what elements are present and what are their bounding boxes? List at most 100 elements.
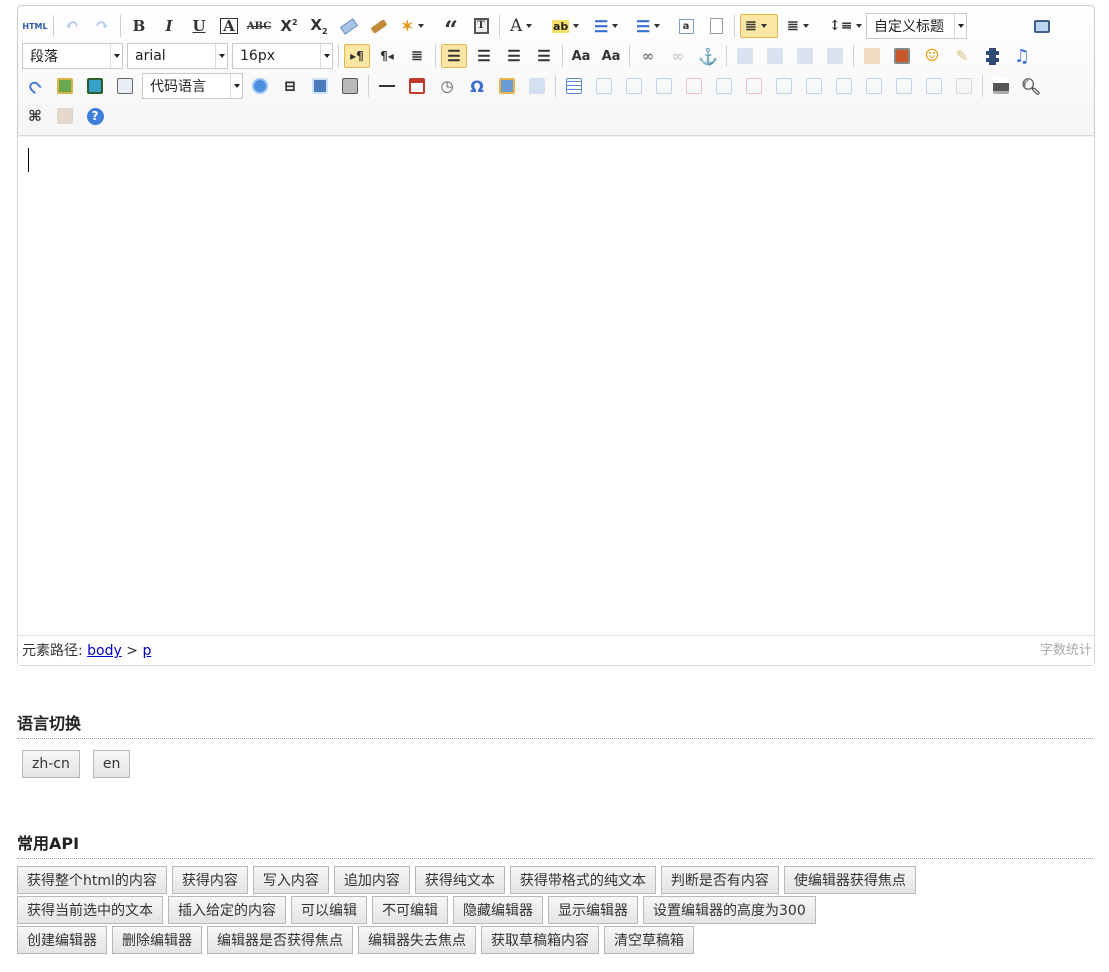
link-button[interactable]: ∞: [635, 44, 661, 68]
indent-button[interactable]: ≣: [404, 44, 430, 68]
image-right-button[interactable]: [792, 44, 818, 68]
charts-button[interactable]: [951, 74, 977, 98]
italic-button[interactable]: I: [156, 14, 182, 38]
music-button[interactable]: ♫: [1009, 44, 1035, 68]
google-map-button[interactable]: [82, 74, 108, 98]
align-center-button[interactable]: ☰: [471, 44, 497, 68]
strikethrough-button[interactable]: ABC: [246, 14, 272, 38]
custom-heading-select[interactable]: 自定义标题: [866, 13, 967, 39]
justify-button[interactable]: ☰: [531, 44, 557, 68]
time-button[interactable]: ◷: [434, 74, 460, 98]
search-replace-button[interactable]: ⌘: [22, 104, 48, 128]
api-button-row2-4[interactable]: 隐藏编辑器: [453, 896, 543, 924]
word-image-button[interactable]: [524, 74, 550, 98]
font-border-button[interactable]: A: [216, 14, 242, 38]
attachment-button[interactable]: ⊂: [22, 74, 48, 98]
insert-video-button[interactable]: [979, 44, 1005, 68]
clear-doc-button[interactable]: [703, 14, 729, 38]
rtl-direction-button[interactable]: ¶◂: [374, 44, 400, 68]
api-button-row1-3[interactable]: 追加内容: [333, 866, 410, 894]
row-spacing-top-button[interactable]: ≣: [740, 14, 778, 38]
font-color-button[interactable]: A: [505, 14, 543, 38]
api-button-row3-3[interactable]: 编辑器失去焦点: [358, 926, 476, 954]
line-height-button[interactable]: ↕≡: [824, 14, 862, 38]
help-button[interactable]: ?: [82, 104, 108, 128]
undo-button[interactable]: ↶: [59, 14, 85, 38]
delete-col-button[interactable]: [741, 74, 767, 98]
merge-right-button[interactable]: [801, 74, 827, 98]
api-button-row3-1[interactable]: 删除编辑器: [112, 926, 202, 954]
api-button-row2-2[interactable]: 可以编辑: [291, 896, 367, 924]
simple-upload-button[interactable]: [859, 44, 885, 68]
api-button-row1-1[interactable]: 获得内容: [171, 866, 248, 894]
editor-content-area[interactable]: [18, 137, 1094, 636]
delete-row-button[interactable]: [681, 74, 707, 98]
split-to-cells-button[interactable]: [861, 74, 887, 98]
select-all-button[interactable]: a: [673, 14, 699, 38]
api-button-row3-0[interactable]: 创建编辑器: [17, 926, 107, 954]
scrawl-button[interactable]: ✎: [949, 44, 975, 68]
page-break-button[interactable]: ⊟: [277, 74, 303, 98]
ordered-list-button[interactable]: ☰: [589, 14, 627, 38]
html-source-button[interactable]: HTML: [22, 14, 48, 38]
insert-paragraph-before-table-button[interactable]: [621, 74, 647, 98]
paragraph-select[interactable]: 段落: [22, 43, 123, 69]
api-button-row2-3[interactable]: 不可编辑: [372, 896, 448, 924]
image-center-button[interactable]: [822, 44, 848, 68]
background-button[interactable]: [337, 74, 363, 98]
map-button[interactable]: [52, 74, 78, 98]
drafts-button[interactable]: [52, 104, 78, 128]
code-language-select[interactable]: 代码语言: [142, 73, 243, 99]
format-painter-button[interactable]: [366, 14, 392, 38]
anchor-button[interactable]: ⚓: [695, 44, 721, 68]
split-to-cols-button[interactable]: [921, 74, 947, 98]
fullscreen-button[interactable]: [1029, 14, 1055, 38]
api-button-row1-6[interactable]: 判断是否有内容: [660, 866, 779, 894]
bold-button[interactable]: B: [126, 14, 152, 38]
blockquote-button[interactable]: “: [438, 14, 464, 42]
api-button-row1-2[interactable]: 写入内容: [252, 866, 329, 894]
background-color-button[interactable]: ab: [547, 14, 585, 38]
redo-button[interactable]: ↷: [89, 14, 115, 38]
uppercase-button[interactable]: Aa: [568, 44, 594, 68]
emotion-button[interactable]: ☺: [919, 44, 945, 68]
row-spacing-bottom-button[interactable]: ≣: [782, 14, 820, 38]
special-chars-button[interactable]: Ω: [464, 74, 490, 98]
api-button-row2-0[interactable]: 获得当前选中的文本: [17, 896, 163, 924]
auto-typeset-button[interactable]: ✶: [396, 14, 434, 38]
insert-row-button[interactable]: [651, 74, 677, 98]
date-button[interactable]: [404, 74, 430, 98]
print-button[interactable]: [988, 74, 1014, 98]
api-button-row3-4[interactable]: 获取草稿箱内容: [481, 926, 599, 954]
insert-table-button[interactable]: [561, 74, 587, 98]
underline-button[interactable]: U: [186, 14, 212, 38]
superscript-button[interactable]: X2: [276, 14, 302, 38]
unlink-button[interactable]: ∞: [665, 44, 691, 68]
api-button-row1-7[interactable]: 使编辑器获得焦点: [783, 866, 916, 894]
horizontal-rule-button[interactable]: [374, 74, 400, 98]
insert-frame-button[interactable]: [112, 74, 138, 98]
insert-col-button[interactable]: [711, 74, 737, 98]
api-button-row2-5[interactable]: 显示编辑器: [548, 896, 638, 924]
api-button-row3-2[interactable]: 编辑器是否获得焦点: [207, 926, 353, 954]
api-button-row3-5[interactable]: 清空草稿箱: [604, 926, 694, 954]
api-button-row1-5[interactable]: 获得带格式的纯文本: [509, 866, 656, 894]
subscript-button[interactable]: X2: [306, 14, 332, 38]
font-size-select[interactable]: 16px: [232, 43, 333, 69]
template-button[interactable]: [307, 74, 333, 98]
merge-cells-button[interactable]: [771, 74, 797, 98]
api-button-row1-4[interactable]: 获得纯文本: [414, 866, 505, 894]
remove-format-button[interactable]: [336, 14, 362, 38]
preview-button[interactable]: 🔍︎: [1018, 74, 1044, 98]
element-path-p-link[interactable]: p: [142, 643, 151, 659]
ltr-direction-button[interactable]: ▸¶: [344, 44, 370, 68]
api-button-row2-1[interactable]: 插入给定的内容: [168, 896, 286, 924]
element-path-body-link[interactable]: body: [87, 643, 122, 659]
merge-down-button[interactable]: [831, 74, 857, 98]
image-none-button[interactable]: [732, 44, 758, 68]
api-button-row1-0[interactable]: 获得整个html的内容: [17, 866, 167, 894]
image-left-button[interactable]: [762, 44, 788, 68]
align-left-button[interactable]: ☰: [441, 44, 467, 68]
unordered-list-button[interactable]: ☰: [631, 14, 669, 38]
lowercase-button[interactable]: Aa: [598, 44, 624, 68]
